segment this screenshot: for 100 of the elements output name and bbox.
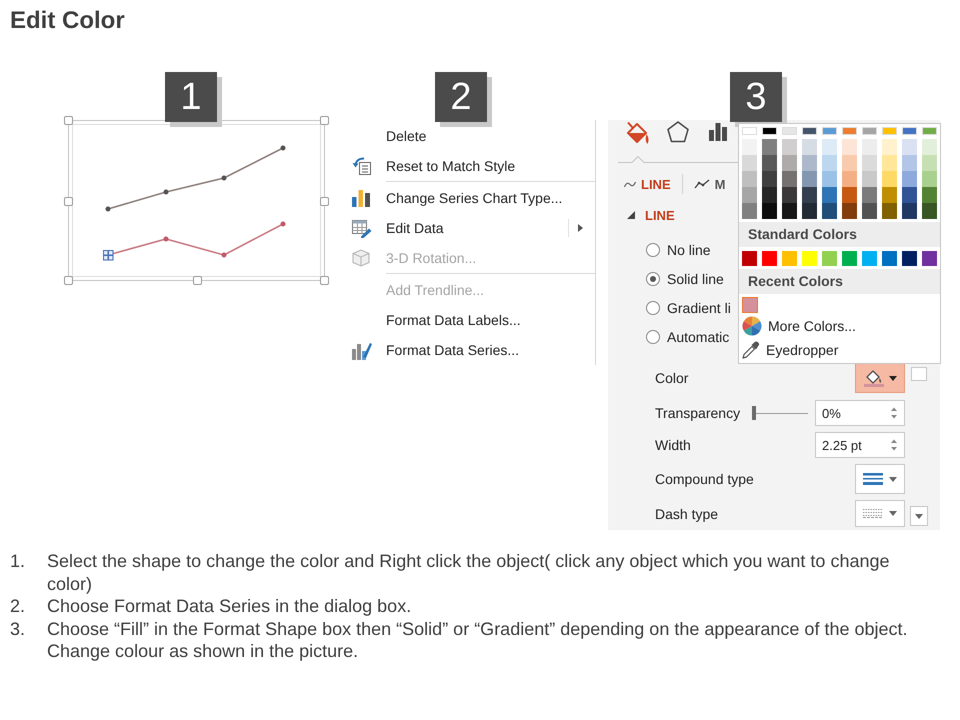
color-swatch[interactable] (842, 155, 857, 171)
eyedropper-item[interactable]: Eyedropper (742, 339, 838, 361)
menu-item[interactable]: Format Data Labels... (345, 305, 595, 335)
scroll-down-button[interactable] (910, 506, 928, 526)
color-swatch[interactable] (802, 187, 817, 203)
color-swatch[interactable] (822, 187, 837, 203)
color-swatch[interactable] (742, 171, 757, 187)
color-swatch[interactable] (862, 251, 877, 266)
palette-heading: Standard Colors (739, 222, 940, 247)
resize-handle[interactable] (320, 116, 329, 125)
radio-option[interactable]: No line (646, 235, 711, 264)
resize-handle[interactable] (64, 196, 73, 206)
color-swatch[interactable] (802, 203, 817, 219)
menu-item[interactable]: Change Series Chart Type... (345, 183, 595, 213)
sub-tab[interactable]: M (694, 174, 726, 194)
color-swatch[interactable] (882, 171, 897, 187)
color-button[interactable] (855, 363, 905, 393)
resize-handle[interactable] (192, 276, 202, 285)
more-colors-item[interactable]: More Colors... (742, 315, 856, 337)
color-swatch[interactable] (782, 139, 797, 155)
selected-point-icon (103, 250, 114, 260)
color-swatch[interactable] (922, 187, 937, 203)
color-swatch[interactable] (882, 251, 897, 266)
color-swatch[interactable] (802, 171, 817, 187)
color-swatch[interactable] (882, 139, 897, 155)
dash-type-dropdown[interactable] (855, 500, 905, 527)
transparency-field[interactable]: 0% (815, 400, 905, 426)
color-swatch[interactable] (762, 139, 777, 155)
radio-option[interactable]: Gradient li (646, 293, 731, 322)
color-swatch[interactable] (902, 187, 917, 203)
color-swatch[interactable] (862, 171, 877, 187)
color-swatch[interactable] (742, 187, 757, 203)
color-swatch[interactable] (902, 251, 917, 266)
color-swatch[interactable] (782, 155, 797, 171)
color-swatch[interactable] (822, 251, 837, 266)
color-swatch[interactable] (922, 155, 937, 171)
color-swatch[interactable] (802, 155, 817, 171)
radio-icon[interactable] (646, 242, 660, 256)
color-swatch[interactable] (922, 203, 937, 219)
color-swatch[interactable] (862, 203, 877, 219)
width-field[interactable]: 2.25 pt (815, 432, 905, 458)
color-swatch[interactable] (782, 171, 797, 187)
color-swatch[interactable] (782, 203, 797, 219)
radio-icon[interactable] (646, 272, 660, 286)
radio-icon[interactable] (646, 330, 660, 344)
color-swatch[interactable] (902, 139, 917, 155)
color-swatch[interactable] (822, 139, 837, 155)
color-swatch[interactable] (742, 155, 757, 171)
color-swatch[interactable] (842, 251, 857, 266)
resize-handle[interactable] (320, 196, 329, 206)
resize-handle[interactable] (64, 116, 73, 125)
resize-handle[interactable] (320, 276, 329, 285)
color-swatch[interactable] (922, 251, 937, 266)
compound-type-dropdown[interactable] (855, 464, 905, 494)
color-swatch[interactable] (782, 187, 797, 203)
color-swatch[interactable] (822, 171, 837, 187)
format-tab[interactable] (698, 120, 738, 163)
format-tab[interactable] (618, 120, 658, 163)
color-swatch[interactable] (802, 139, 817, 155)
color-swatch[interactable] (762, 171, 777, 187)
sub-tab[interactable]: LINE (624, 174, 671, 194)
slider-thumb[interactable] (752, 406, 756, 420)
color-swatch[interactable] (882, 155, 897, 171)
color-swatch[interactable] (742, 297, 758, 313)
color-swatch[interactable] (902, 155, 917, 171)
resize-handle[interactable] (64, 276, 73, 285)
color-swatch[interactable] (842, 139, 857, 155)
color-swatch[interactable] (922, 139, 937, 155)
section-header[interactable]: LINE (627, 206, 675, 224)
color-swatch[interactable] (742, 139, 757, 155)
color-swatch[interactable] (902, 203, 917, 219)
scrollbar-thumb[interactable] (911, 367, 927, 381)
color-swatch[interactable] (802, 251, 817, 266)
color-swatch[interactable] (822, 155, 837, 171)
color-swatch[interactable] (782, 251, 797, 266)
color-swatch[interactable] (882, 187, 897, 203)
radio-icon[interactable] (646, 300, 660, 314)
radio-option[interactable]: Automatic (646, 322, 730, 351)
color-swatch[interactable] (742, 203, 757, 219)
color-swatch[interactable] (842, 187, 857, 203)
color-swatch[interactable] (762, 203, 777, 219)
color-swatch[interactable] (882, 203, 897, 219)
format-tab[interactable] (658, 120, 698, 163)
color-swatch[interactable] (902, 171, 917, 187)
color-swatch[interactable] (862, 139, 877, 155)
menu-item[interactable]: Edit Data (345, 213, 595, 243)
radio-option[interactable]: Solid line (646, 264, 724, 293)
color-swatch[interactable] (862, 187, 877, 203)
color-swatch[interactable] (842, 171, 857, 187)
color-swatch[interactable] (822, 203, 837, 219)
color-swatch[interactable] (742, 251, 757, 266)
menu-item[interactable]: Format Data Series... (345, 335, 595, 365)
color-swatch[interactable] (842, 203, 857, 219)
color-swatch[interactable] (762, 155, 777, 171)
color-swatch[interactable] (762, 251, 777, 266)
color-swatch[interactable] (922, 171, 937, 187)
field-label: Width (655, 437, 691, 453)
color-swatch[interactable] (762, 187, 777, 203)
color-swatch[interactable] (862, 155, 877, 171)
menu-item[interactable]: Reset to Match Style (345, 151, 595, 181)
